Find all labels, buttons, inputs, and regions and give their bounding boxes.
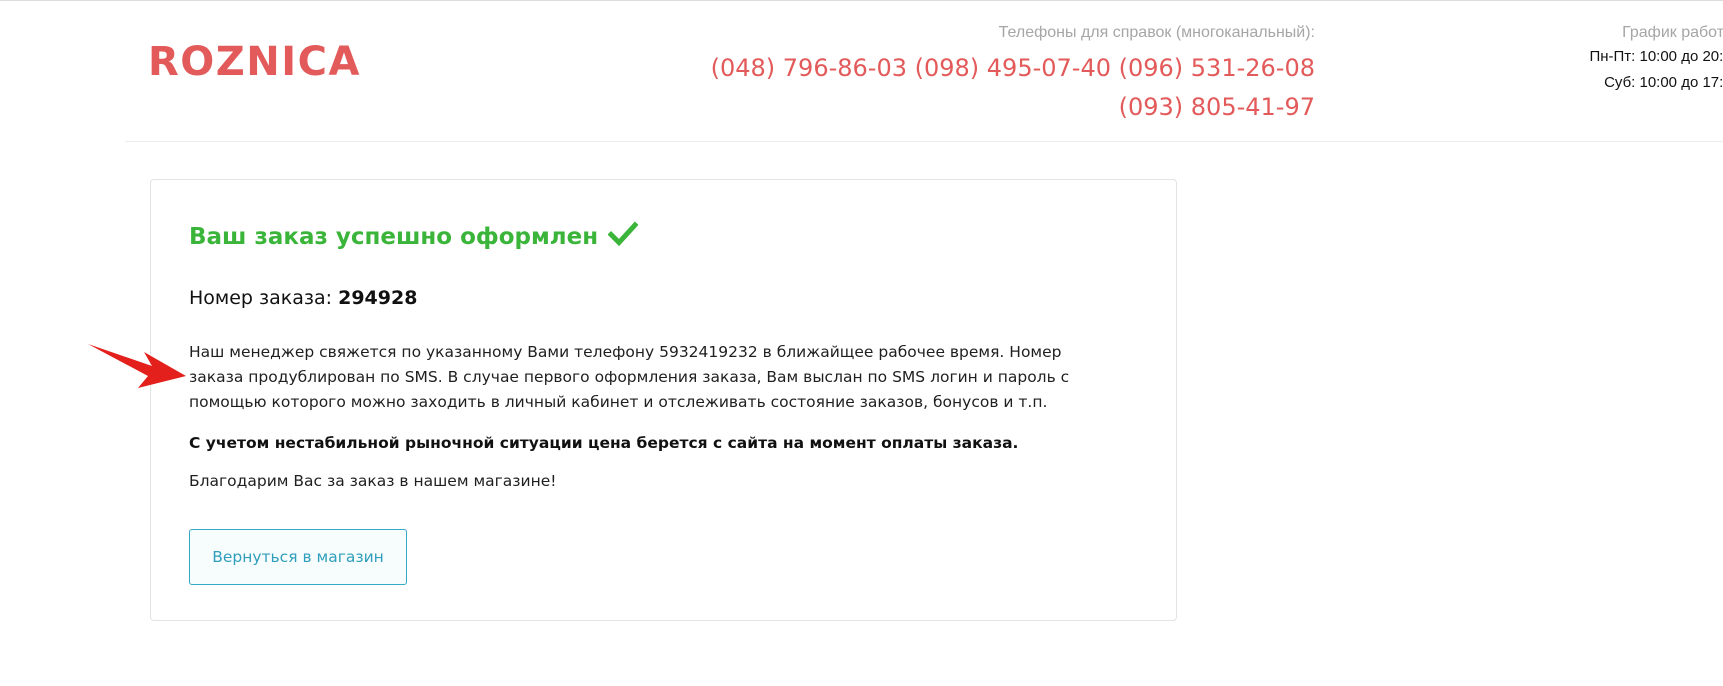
order-confirmation-card: Ваш заказ успешно оформлен Номер заказа:…	[150, 179, 1177, 621]
header-divider	[125, 141, 1723, 142]
order-number-line: Номер заказа: 294928	[189, 284, 417, 312]
back-to-shop-button[interactable]: Вернуться в магазин	[189, 529, 407, 585]
check-icon	[608, 221, 639, 247]
success-title-text: Ваш заказ успешно оформлен	[189, 224, 599, 250]
thanks-text: Благодарим Вас за заказ в нашем магазине…	[189, 472, 557, 490]
phone-line[interactable]: (093) 805-41-97	[711, 88, 1315, 127]
schedule-saturday: Суб: 10:00 до 17:00	[1604, 74, 1723, 91]
order-message: Наш менеджер свяжется по указанному Вами…	[189, 343, 1070, 411]
arrow-annotation-icon	[88, 344, 186, 388]
schedule-weekdays: Пн-Пт: 10:00 до 20:00	[1589, 48, 1723, 65]
phone-numbers: (048) 796-86-03 (098) 495-07-40 (096) 53…	[711, 49, 1315, 127]
site-header: ROZNICA Телефоны для справок (многоканал…	[0, 0, 1723, 141]
site-logo[interactable]: ROZNICA	[148, 38, 361, 86]
order-number-value: 294928	[338, 287, 418, 309]
phones-label: Телефоны для справок (многоканальный):	[998, 24, 1315, 41]
work-schedule: График работы: Пн-Пт: 10:00 до 20:00 Суб…	[1500, 22, 1723, 96]
price-notice: С учетом нестабильной рыночной ситуации …	[189, 434, 1019, 452]
schedule-label: График работы:	[1622, 24, 1723, 41]
phone-line[interactable]: (048) 796-86-03 (098) 495-07-40 (096) 53…	[711, 49, 1315, 88]
order-number-label: Номер заказа:	[189, 287, 333, 309]
contact-phones: Телефоны для справок (многоканальный): (…	[711, 22, 1315, 127]
success-title: Ваш заказ успешно оформлен	[189, 221, 639, 253]
